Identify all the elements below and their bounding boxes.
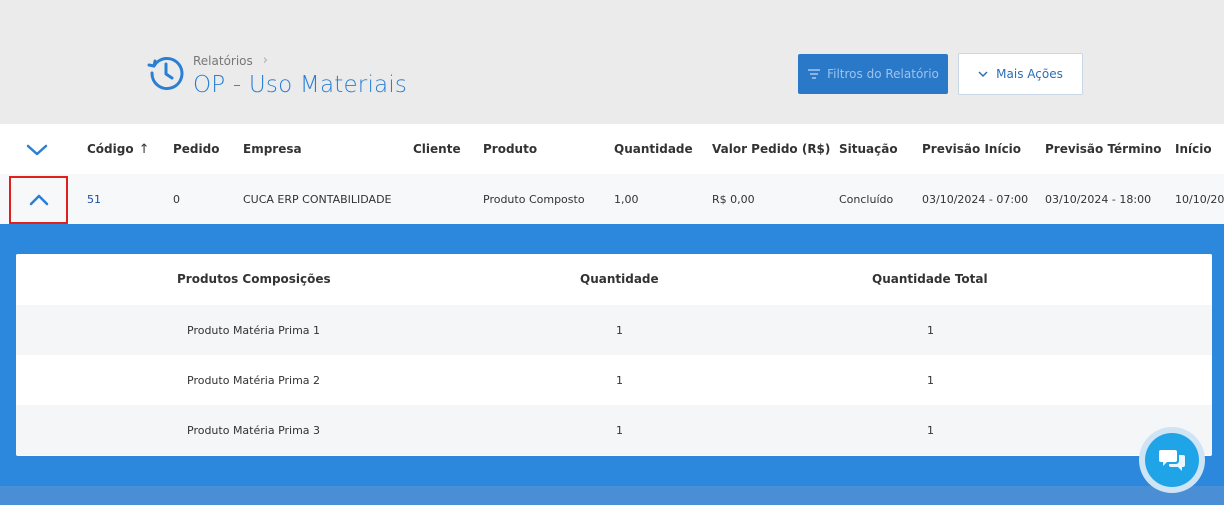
cell-codigo[interactable]: 51 [87,174,101,224]
table-row[interactable]: 51 0 CUCA ERP CONTABILIDADE Produto Comp… [0,174,1224,224]
cell-quantidade-total: 1 [927,323,934,337]
chat-icon [1159,450,1185,471]
report-filters-button[interactable]: Filtros do Relatório [798,54,948,94]
bottom-bar [0,486,1224,505]
column-header-previsao-inicio[interactable]: Previsão Início [922,124,1021,174]
column-header-valor-pedido[interactable]: Valor Pedido (R$) [712,124,830,174]
column-header-pedido[interactable]: Pedido [173,124,219,174]
cell-produto: Produto Matéria Prima 2 [187,373,321,387]
cell-previsao-termino: 03/10/2024 - 18:00 [1045,192,1152,206]
column-header-quantidade[interactable]: Quantidade [614,124,693,174]
column-header-produto[interactable]: Produto [483,124,537,174]
chevron-right-icon: › [262,53,268,68]
page-header: Relatórios › OP - Uso Materiais Filtros … [0,0,1224,124]
cell-quantidade: 1 [616,323,623,337]
row-detail-panel: Produtos Composições Quantidade Quantida… [0,224,1224,486]
column-header-previsao-termino[interactable]: Previsão Término [1045,124,1162,174]
history-clock-icon [147,57,184,90]
expand-all-chevron-down-icon[interactable] [22,139,52,161]
more-actions-label: Mais Ações [996,67,1063,81]
column-header-quantidade: Quantidade [580,272,659,286]
chat-support-button[interactable] [1139,427,1205,493]
breadcrumb: Relatórios › [193,53,268,68]
chevron-up-icon [29,194,48,206]
cell-pedido: 0 [173,192,180,206]
chat-button-inner [1145,433,1199,487]
cell-situacao: Concluído [839,192,894,206]
cell-inicio: 10/10/2024 [1175,192,1224,206]
column-header-situacao[interactable]: Situação [839,124,898,174]
compositions-header-row: Produtos Composições Quantidade Quantida… [16,254,1212,304]
table-row: Produto Matéria Prima 1 1 1 [16,305,1212,355]
cell-previsao-inicio: 03/10/2024 - 07:00 [922,192,1029,206]
cell-quantidade-total: 1 [927,373,934,387]
cell-produto: Produto Composto [483,192,585,206]
more-actions-button[interactable]: Mais Ações [958,53,1083,95]
cell-valor-pedido: R$ 0,00 [712,192,755,206]
report-table: Código ↑ Pedido Empresa Cliente Produto … [0,124,1224,224]
breadcrumb-link-relatorios[interactable]: Relatórios [193,54,253,68]
column-header-empresa[interactable]: Empresa [243,124,302,174]
table-row: Produto Matéria Prima 2 1 1 [16,355,1212,405]
column-header-quantidade-total: Quantidade Total [872,272,988,286]
cell-produto: Produto Matéria Prima 1 [187,323,321,337]
sort-arrow-up-icon: ↑ [138,141,150,157]
column-header-inicio[interactable]: Início [1175,124,1212,174]
column-header-cliente[interactable]: Cliente [413,124,461,174]
cell-produto: Produto Matéria Prima 3 [187,423,321,437]
column-header-produtos-composicoes: Produtos Composições [177,272,331,286]
report-filters-label: Filtros do Relatório [827,67,939,81]
page-title: OP - Uso Materiais [193,72,408,98]
table-row: Produto Matéria Prima 3 1 1 [16,405,1212,455]
cell-quantidade: 1,00 [614,192,639,206]
table-header-row: Código ↑ Pedido Empresa Cliente Produto … [0,124,1224,174]
row-collapse-toggle[interactable] [9,176,68,224]
cell-quantidade-total: 1 [927,423,934,437]
cell-quantidade: 1 [616,423,623,437]
compositions-table: Produtos Composições Quantidade Quantida… [16,254,1212,456]
column-header-codigo[interactable]: Código ↑ [87,124,150,174]
cell-quantidade: 1 [616,373,623,387]
cell-empresa: CUCA ERP CONTABILIDADE [243,192,392,206]
chevron-down-icon [978,71,988,78]
filter-icon [808,69,821,79]
